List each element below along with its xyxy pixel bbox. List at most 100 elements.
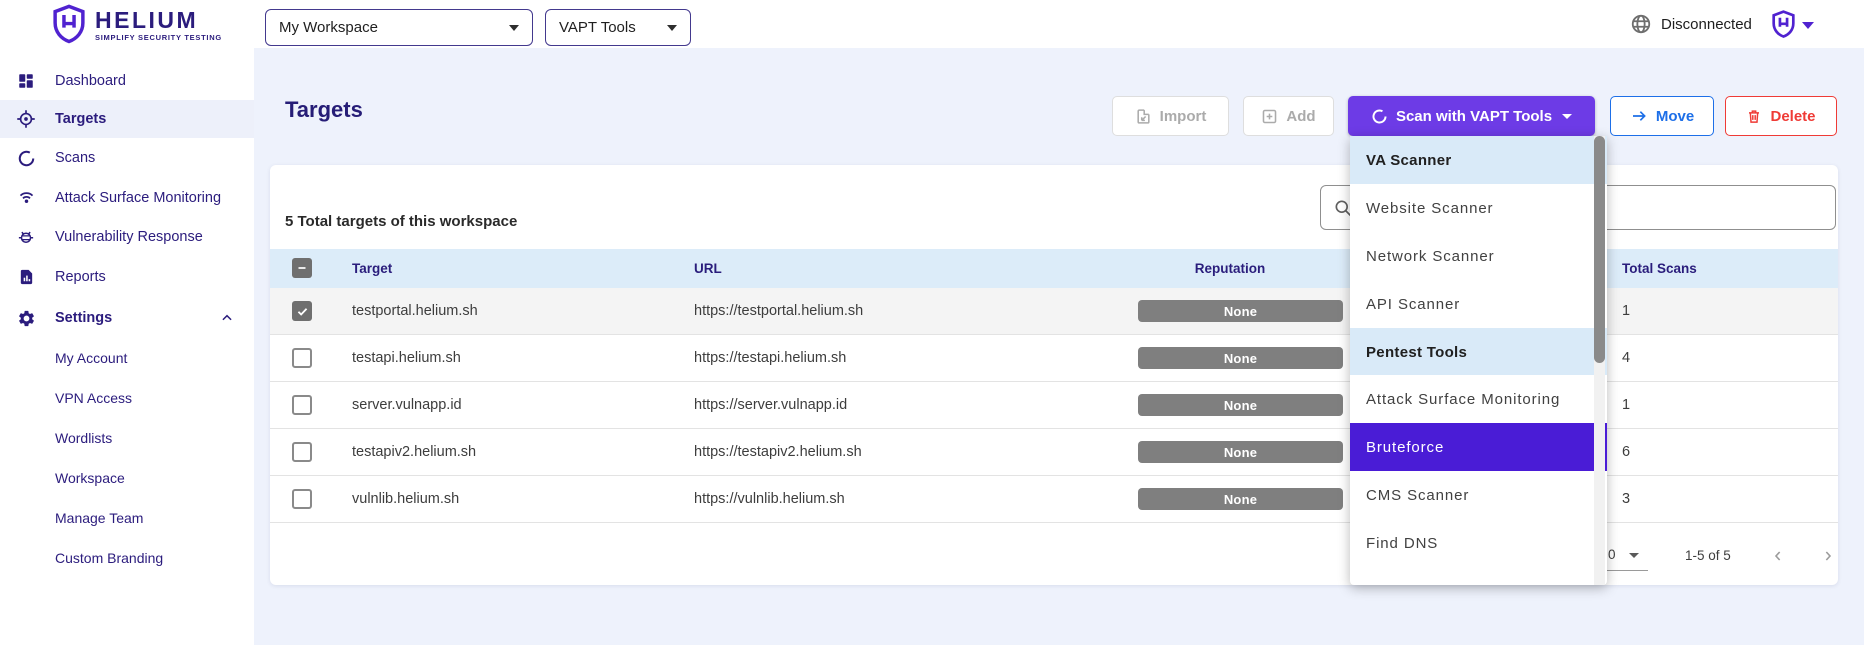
previous-page-button[interactable] (1766, 544, 1790, 568)
chevron-down-icon (509, 25, 519, 31)
dropdown-item-find-dns[interactable]: Find DNS (1350, 519, 1607, 567)
cell-url: https://server.vulnapp.id (694, 382, 847, 429)
sidebar-item-custom-branding[interactable]: Custom Branding (0, 539, 254, 577)
row-checkbox[interactable] (292, 489, 312, 509)
workspace-select-value: My Workspace (279, 19, 378, 36)
dropdown-item-label: Bruteforce (1366, 439, 1444, 456)
sidebar-item-vulnerability-response[interactable]: Vulnerability Response (0, 218, 254, 256)
dropdown-item-network-scanner[interactable]: Network Scanner (1350, 232, 1607, 280)
user-menu-caret[interactable] (1802, 22, 1814, 29)
sidebar-item-reports[interactable]: Reports (0, 258, 254, 296)
delete-button[interactable]: Delete (1725, 96, 1837, 136)
scan-with-vapt-tools-button[interactable]: Scan with VAPT Tools (1348, 96, 1595, 136)
sidebar-subitem-label: Wordlists (55, 430, 112, 446)
column-header-reputation: Reputation (1080, 249, 1380, 288)
sidebar-subitem-label: Workspace (55, 470, 125, 486)
dropdown-item-label: Website Scanner (1366, 200, 1493, 217)
vapt-tools-select[interactable]: VAPT Tools (545, 9, 691, 46)
column-header-total-scans: Total Scans (1622, 249, 1697, 288)
chevron-down-icon (667, 25, 677, 31)
sidebar-item-scans[interactable]: Scans (0, 139, 254, 177)
cell-url: https://testapiv2.helium.sh (694, 429, 862, 476)
plus-square-icon (1261, 108, 1278, 125)
rows-per-page-underline (1604, 570, 1648, 571)
bug-icon (16, 227, 36, 247)
scan-loader-icon (1371, 108, 1388, 125)
topbar: HELIUM SIMPLIFY SECURITY TESTING My Work… (0, 0, 1864, 48)
sidebar-item-label: Scans (55, 150, 95, 166)
cell-total-scans: 4 (1622, 335, 1630, 382)
pagination-range: 1-5 of 5 (1685, 548, 1731, 563)
sidebar-item-wordlists[interactable]: Wordlists (0, 419, 254, 457)
dropdown-item-bruteforce[interactable]: Bruteforce (1350, 423, 1607, 471)
cell-target: server.vulnapp.id (352, 382, 462, 429)
page-title: Targets (285, 97, 363, 123)
rows-per-page-caret-icon[interactable] (1629, 553, 1639, 558)
import-icon (1135, 108, 1152, 125)
dropdown-section-label: Pentest Tools (1366, 344, 1467, 361)
cell-url: https://testportal.helium.sh (694, 288, 863, 335)
sidebar-item-targets[interactable]: Targets (0, 100, 254, 138)
sidebar-item-label: Settings (55, 310, 112, 326)
row-checkbox[interactable] (292, 442, 312, 462)
brand-name: HELIUM (95, 8, 222, 33)
dropdown-item-label: CMS Scanner (1366, 487, 1469, 504)
chevron-down-icon (1562, 114, 1572, 119)
target-icon (16, 109, 36, 129)
gear-icon (16, 308, 36, 328)
dashboard-icon (16, 71, 36, 91)
import-button-label: Import (1160, 108, 1207, 125)
sidebar-item-my-account[interactable]: My Account (0, 339, 254, 377)
dropdown-scrollbar-thumb[interactable] (1594, 136, 1605, 363)
row-checkbox-checked[interactable] (292, 301, 312, 321)
next-page-button[interactable] (1816, 544, 1840, 568)
row-checkbox[interactable] (292, 395, 312, 415)
sidebar-subitem-label: Custom Branding (55, 550, 163, 566)
cell-target: testapiv2.helium.sh (352, 429, 476, 476)
sidebar-item-label: Attack Surface Monitoring (55, 190, 221, 206)
add-button[interactable]: Add (1243, 96, 1334, 136)
sidebar: Dashboard Targets Scans (0, 48, 254, 645)
wifi-tethering-icon (16, 188, 36, 208)
sidebar-item-workspace[interactable]: Workspace (0, 459, 254, 497)
dropdown-section-label: VA Scanner (1366, 152, 1452, 169)
dropdown-section-pentest-tools: Pentest Tools (1350, 328, 1607, 376)
sidebar-item-settings[interactable]: Settings (0, 299, 254, 337)
chevron-up-icon (220, 311, 234, 325)
cell-target: testapi.helium.sh (352, 335, 461, 382)
user-shield-icon[interactable] (1770, 10, 1797, 39)
sidebar-subitem-label: Manage Team (55, 510, 143, 526)
connection-status: Disconnected (1630, 0, 1752, 48)
cell-target: testportal.helium.sh (352, 288, 478, 335)
row-checkbox[interactable] (292, 348, 312, 368)
brand-tagline: SIMPLIFY SECURITY TESTING (95, 33, 222, 42)
move-button[interactable]: Move (1610, 96, 1714, 136)
dropdown-item-cms-scanner[interactable]: CMS Scanner (1350, 471, 1607, 519)
shield-logo-icon (50, 4, 88, 45)
add-button-label: Add (1286, 108, 1315, 125)
rows-per-page-value[interactable]: 0 (1608, 547, 1616, 562)
workspace-select[interactable]: My Workspace (265, 9, 533, 46)
dropdown-item-website-scanner[interactable]: Website Scanner (1350, 184, 1607, 232)
cell-url: https://vulnlib.helium.sh (694, 476, 845, 523)
select-all-checkbox[interactable] (292, 258, 312, 278)
targets-summary: 5 Total targets of this workspace (285, 213, 517, 230)
sidebar-subitem-label: My Account (55, 350, 127, 366)
trash-icon (1746, 108, 1762, 125)
reputation-badge: None (1138, 300, 1343, 322)
cell-total-scans: 3 (1622, 476, 1630, 523)
scan-tools-dropdown: VA Scanner Website Scanner Network Scann… (1350, 136, 1607, 585)
vapt-tools-select-value: VAPT Tools (559, 19, 636, 36)
dropdown-item-label: API Scanner (1366, 296, 1460, 313)
sidebar-item-label: Dashboard (55, 73, 126, 89)
sidebar-item-attack-surface-monitoring[interactable]: Attack Surface Monitoring (0, 179, 254, 217)
sidebar-item-manage-team[interactable]: Manage Team (0, 499, 254, 537)
import-button[interactable]: Import (1112, 96, 1229, 136)
dropdown-item-attack-surface-monitoring[interactable]: Attack Surface Monitoring (1350, 375, 1607, 423)
sidebar-item-vpn-access[interactable]: VPN Access (0, 379, 254, 417)
sidebar-item-label: Targets (55, 111, 106, 127)
sidebar-item-dashboard[interactable]: Dashboard (0, 62, 254, 100)
cell-total-scans: 1 (1622, 382, 1630, 429)
dropdown-item-label: Find DNS (1366, 535, 1438, 552)
dropdown-item-api-scanner[interactable]: API Scanner (1350, 280, 1607, 328)
